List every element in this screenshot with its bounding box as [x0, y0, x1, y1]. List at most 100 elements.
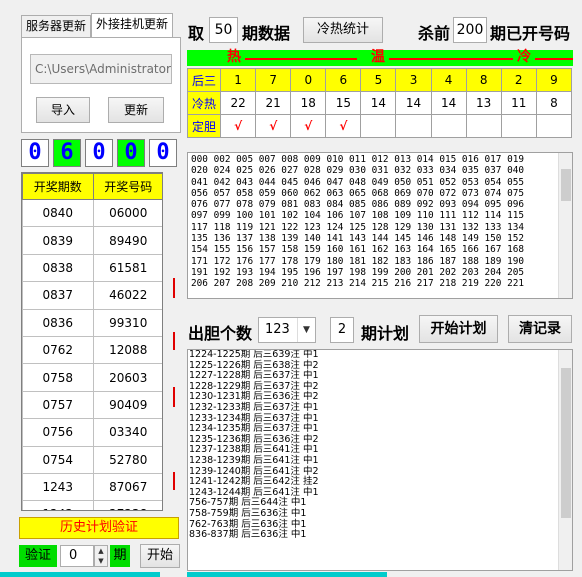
table-row[interactable]: 0757 90409: [22, 390, 162, 420]
log-line: 1232-1233期 后三637注 中1: [189, 401, 319, 413]
number-cell: 20603: [92, 363, 162, 392]
number-cell: 90409: [92, 390, 162, 420]
path-field[interactable]: C:\Users\Administrator\: [30, 54, 172, 84]
verify-periods-input[interactable]: 0: [60, 545, 94, 567]
numbers-text: 000 002 005 007 008 009 010 011 012 013 …: [191, 154, 525, 290]
count-cell: 22: [220, 91, 257, 115]
update-button[interactable]: 更新: [108, 97, 164, 123]
temperature-bar: 热 温 冷: [187, 49, 573, 66]
table-row[interactable]: 0839 89490: [22, 226, 162, 255]
chevron-down-icon[interactable]: ▼: [297, 318, 315, 342]
issue-data-label: 期数据: [242, 24, 291, 43]
count-cell: 18: [290, 91, 327, 115]
number-cell: 03340: [92, 418, 162, 447]
log-line: 1238-1239期 后三641注 中1: [189, 454, 319, 466]
verify-label: 验证: [19, 545, 57, 567]
mark-cell: [395, 114, 432, 138]
tab-server-update[interactable]: 服务器更新: [21, 15, 92, 37]
take-count-input[interactable]: 50: [209, 17, 238, 43]
digit-4: 0: [117, 139, 145, 167]
history-scrollbar[interactable]: [164, 172, 180, 511]
digit-cell: 2: [500, 68, 537, 92]
number-cell: 27238: [92, 500, 162, 510]
spin-down-icon[interactable]: ▼: [95, 556, 107, 566]
table-row[interactable]: 0838 61581: [22, 253, 162, 283]
table-row[interactable]: 0837 46022: [22, 281, 162, 310]
issue-cell: 1242: [22, 500, 94, 510]
verify-spinner[interactable]: ▲ ▼: [94, 545, 108, 567]
table-row[interactable]: 0840 06000: [22, 198, 162, 228]
plan-periods-input[interactable]: 2: [330, 317, 354, 343]
spin-up-icon[interactable]: ▲: [95, 546, 107, 556]
mark-cell: √: [325, 114, 362, 138]
numbers-list[interactable]: 000 002 005 007 008 009 010 011 012 013 …: [187, 152, 573, 299]
hot-cold-stats-button[interactable]: 冷热统计: [303, 17, 383, 43]
table-row[interactable]: 1243 87067: [22, 472, 162, 502]
count-cell: 8: [535, 91, 573, 115]
log-line: 836-837期 后三636注 中1: [189, 529, 307, 541]
update-tabs: 服务器更新 外接挂机更新: [21, 13, 174, 37]
number-cell: 99310: [92, 308, 162, 337]
table-row[interactable]: 0754 52780: [22, 445, 162, 474]
digit-cell: 8: [465, 68, 502, 92]
table-row[interactable]: 0762 12088: [22, 335, 162, 365]
table-row[interactable]: 0836 99310: [22, 308, 162, 337]
history-table: 开奖期数 开奖号码 0840 06000 0839 89490 0838 61581 083…: [21, 172, 163, 511]
number-cell: 12088: [92, 335, 162, 365]
number-cell: 61581: [92, 253, 162, 283]
history-plan-verify-button[interactable]: 历史计划验证: [19, 517, 179, 539]
count-select[interactable]: 123 ▼: [258, 317, 316, 343]
mark-cell: √: [290, 114, 327, 138]
table-row[interactable]: 0758 20603: [22, 363, 162, 392]
number-cell: 89490: [92, 226, 162, 255]
issue-cell: 0837: [22, 281, 94, 310]
issue-cell: 0838: [22, 253, 94, 283]
digit-cell: 9: [535, 68, 573, 92]
log-line: 758-759期 后三636注 中1: [189, 507, 307, 519]
start-plan-button[interactable]: 开始计划: [419, 315, 498, 343]
count-cell: 11: [500, 91, 537, 115]
count-cell: 13: [465, 91, 502, 115]
plan-log[interactable]: 1224-1225期 后三639注 中1 1225-1226期 后三638注 中2…: [187, 349, 573, 571]
number-cell: 87067: [92, 472, 162, 502]
cold-label: 冷: [517, 49, 531, 65]
row-label-hot-cold: 冷热: [186, 91, 222, 115]
mark-cell: √: [220, 114, 257, 138]
kill-label: 杀前: [418, 24, 451, 43]
count-cell: 14: [395, 91, 432, 115]
number-cell: 06000: [92, 198, 162, 228]
hot-label: 热: [227, 49, 241, 65]
digit-1: 0: [21, 139, 49, 167]
digit-cell: 3: [395, 68, 432, 92]
number-cell: 52780: [92, 445, 162, 474]
row-label-fixed-digit: 定胆: [186, 114, 222, 138]
digit-cell: 7: [255, 68, 292, 92]
issue-cell: 0836: [22, 308, 94, 337]
column-header-number[interactable]: 开奖号码: [92, 173, 162, 200]
column-header-issue[interactable]: 开奖期数: [22, 173, 94, 200]
log-line: 1224-1225期 后三639注 中1: [189, 349, 319, 360]
kill-count-input[interactable]: 200: [453, 17, 487, 43]
verify-unit-label: 期: [110, 545, 130, 567]
start-verify-button[interactable]: 开始: [140, 544, 180, 568]
latest-number-display: 0 6 0 0 0: [21, 139, 181, 167]
tab-external-update[interactable]: 外接挂机更新: [91, 13, 174, 37]
count-cell: 21: [255, 91, 292, 115]
numbers-scrollbar[interactable]: [558, 153, 572, 298]
mark-cell: [430, 114, 467, 138]
warm-label: 温: [371, 49, 385, 65]
digit-cell: 4: [430, 68, 467, 92]
mark-cell: [535, 114, 573, 138]
import-button[interactable]: 导入: [36, 97, 90, 123]
digit-cell: 6: [325, 68, 362, 92]
issue-cell: 0756: [22, 418, 94, 447]
kill-tail-label: 期已开号码: [490, 24, 571, 43]
table-row[interactable]: 0756 03340: [22, 418, 162, 447]
issue-cell: 0839: [22, 226, 94, 255]
log-scrollbar[interactable]: [558, 350, 572, 570]
clear-records-button[interactable]: 清记录: [508, 315, 572, 343]
count-label: 出胆个数: [188, 324, 253, 343]
plan-label: 期计划: [361, 324, 410, 343]
issue-cell: 0757: [22, 390, 94, 420]
table-row[interactable]: 124227238: [22, 500, 162, 510]
